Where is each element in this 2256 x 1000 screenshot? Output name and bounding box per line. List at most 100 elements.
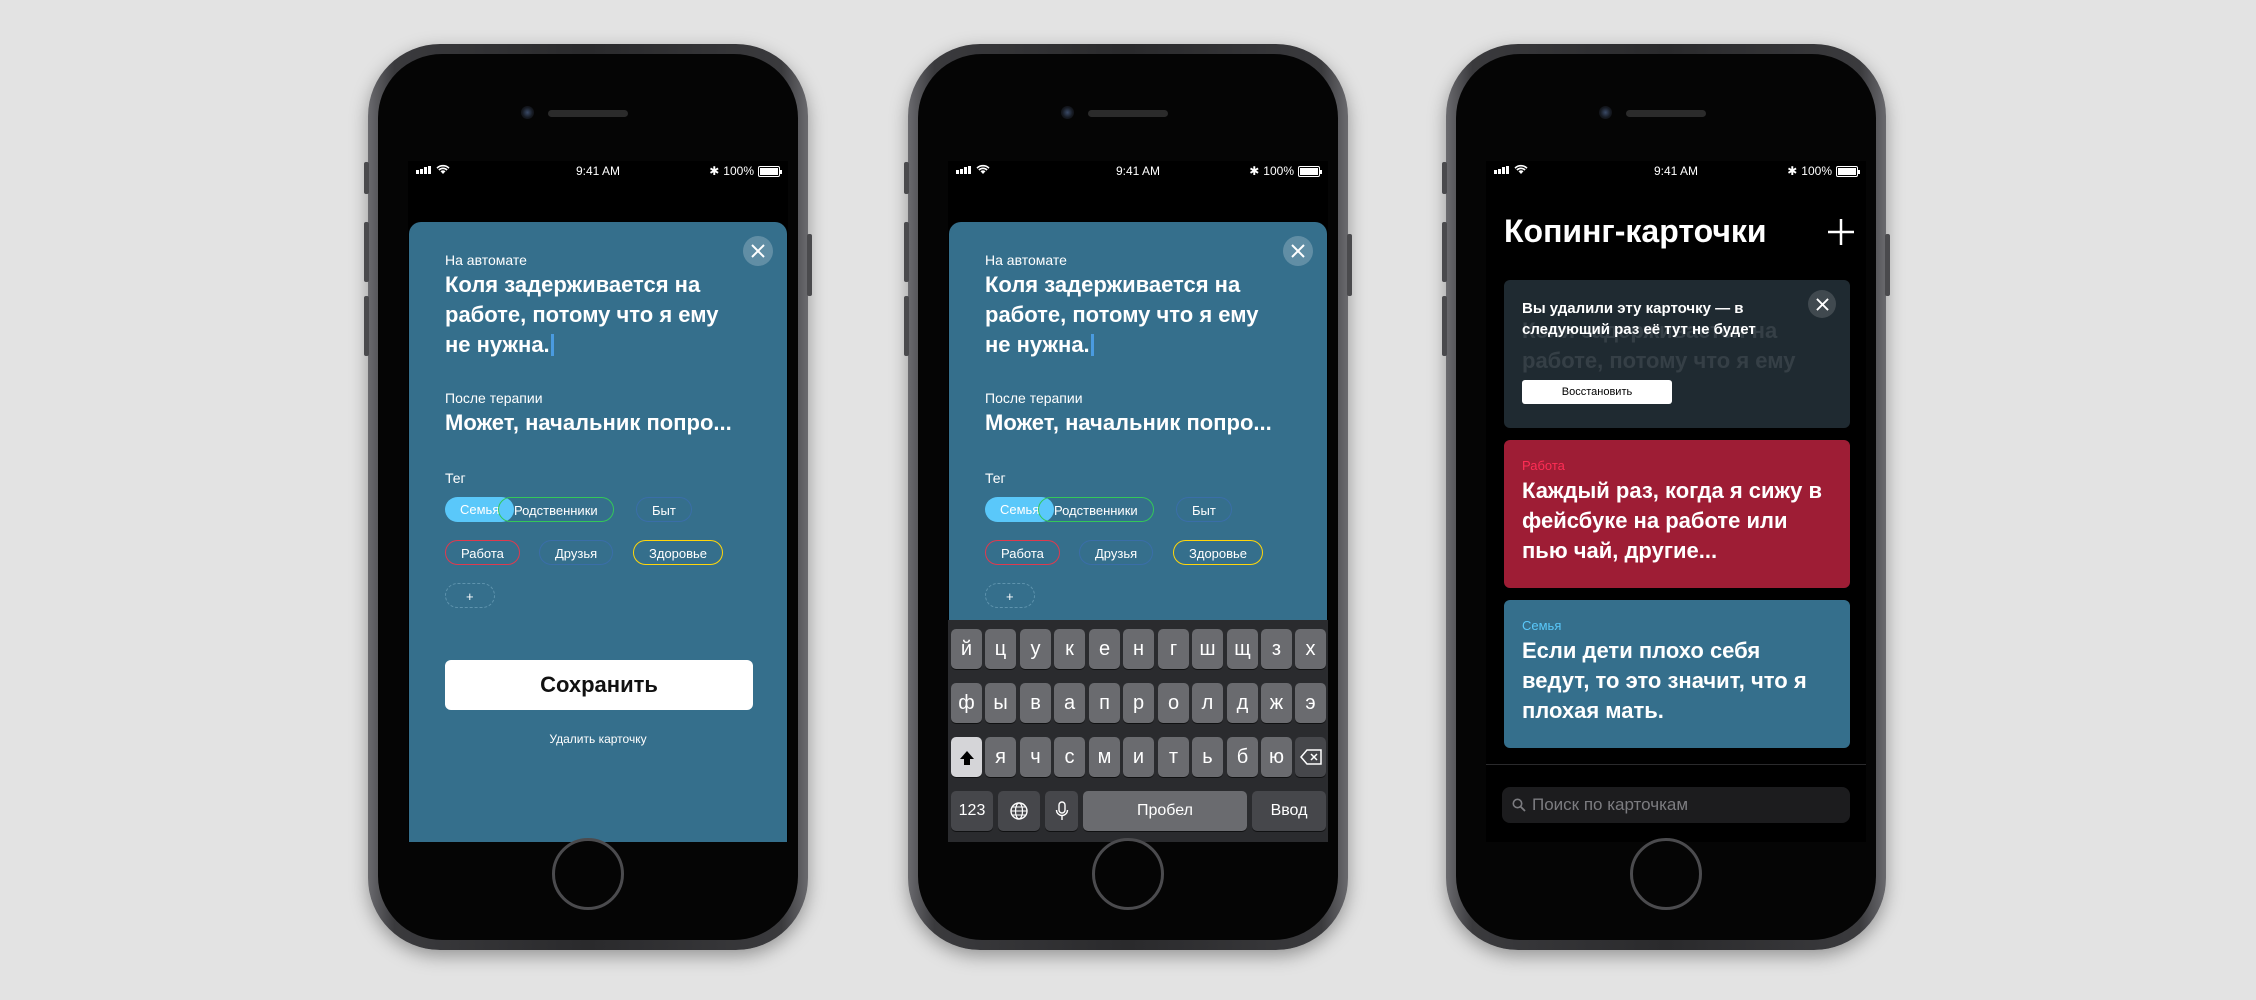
close-button[interactable]: [743, 236, 773, 266]
screen: 9:41 AM ✱ 100% Копинг-карточки Коля заде…: [1486, 161, 1866, 842]
tag-chip-health[interactable]: Здоровье: [633, 540, 724, 565]
key[interactable]: е: [1089, 629, 1120, 669]
tag-chip-household[interactable]: Быт: [636, 497, 692, 522]
screen: 9:41 AM ✱ 100% На автомате Коля задержив…: [948, 161, 1328, 842]
space-key[interactable]: Пробел: [1083, 791, 1247, 831]
backspace-key[interactable]: [1295, 737, 1326, 777]
auto-thought-text: Коля задерживается на работе, потому что…: [985, 272, 1259, 357]
key[interactable]: ю: [1261, 737, 1292, 777]
key[interactable]: ф: [951, 683, 982, 723]
add-tag-button[interactable]: +: [985, 583, 1035, 608]
key[interactable]: о: [1158, 683, 1189, 723]
shift-icon: [959, 750, 974, 765]
after-therapy-label: После терапии: [445, 390, 543, 406]
key[interactable]: р: [1123, 683, 1154, 723]
globe-key[interactable]: [998, 791, 1040, 831]
phone-coping-cards: 9:41 AM ✱ 100% Копинг-карточки Коля заде…: [1442, 44, 1890, 950]
volume-up-button: [1442, 222, 1447, 282]
bluetooth-icon: ✱: [1249, 164, 1260, 178]
battery-icon: [1836, 165, 1860, 177]
mute-switch: [904, 162, 909, 194]
tag-label: Тег: [985, 470, 1006, 486]
search-icon: [1512, 798, 1526, 812]
add-tag-button[interactable]: +: [445, 583, 495, 608]
divider: [1486, 764, 1866, 765]
key[interactable]: я: [985, 737, 1016, 777]
key[interactable]: ж: [1261, 683, 1292, 723]
tag-chip-friends[interactable]: Друзья: [539, 540, 614, 565]
tag-chip-health[interactable]: Здоровье: [1173, 540, 1264, 565]
battery-status: ✱ 100%: [1249, 164, 1322, 178]
coping-card-work[interactable]: Работа Каждый раз, когда я сижу в фейсбу…: [1504, 440, 1850, 588]
after-therapy-input[interactable]: Может, начальник попро...: [985, 408, 1295, 438]
numbers-key[interactable]: 123: [951, 791, 993, 831]
key[interactable]: п: [1089, 683, 1120, 723]
key[interactable]: м: [1089, 737, 1120, 777]
status-bar: 9:41 AM ✱ 100%: [948, 161, 1328, 181]
power-button: [807, 234, 812, 296]
tag-chip-friends[interactable]: Друзья: [1079, 540, 1154, 565]
key[interactable]: б: [1227, 737, 1258, 777]
key[interactable]: к: [1054, 629, 1085, 669]
battery-status: ✱ 100%: [709, 164, 782, 178]
tag-chip-relatives[interactable]: Родственники: [498, 497, 614, 522]
deleted-notice-text: Вы удалили эту карточку — в следующий ра…: [1522, 300, 1756, 338]
earpiece-speaker: [1088, 110, 1168, 117]
restore-button[interactable]: Восстановить: [1522, 380, 1672, 404]
front-camera: [1599, 106, 1612, 119]
key[interactable]: у: [1020, 629, 1051, 669]
key[interactable]: л: [1192, 683, 1223, 723]
key[interactable]: г: [1158, 629, 1189, 669]
key[interactable]: н: [1123, 629, 1154, 669]
key[interactable]: й: [951, 629, 982, 669]
globe-icon: [1010, 802, 1028, 820]
coping-card-family[interactable]: Семья Если дети плохо себя ведут, то это…: [1504, 600, 1850, 748]
battery-icon: [758, 165, 782, 177]
shift-key[interactable]: [951, 737, 982, 777]
key[interactable]: т: [1158, 737, 1189, 777]
phone-edit-card: 9:41 AM ✱ 100% На автомате Коля задержив…: [364, 44, 812, 950]
key[interactable]: э: [1295, 683, 1326, 723]
delete-card-link[interactable]: Удалить карточку: [409, 732, 787, 746]
save-button[interactable]: Сохранить: [445, 660, 753, 710]
tag-chip-relatives[interactable]: Родственники: [1038, 497, 1154, 522]
key[interactable]: и: [1123, 737, 1154, 777]
home-button[interactable]: [1092, 838, 1164, 910]
status-bar: 9:41 AM ✱ 100%: [408, 161, 788, 181]
after-therapy-input[interactable]: Может, начальник попро...: [445, 408, 755, 438]
key[interactable]: д: [1227, 683, 1258, 723]
add-card-button[interactable]: [1824, 215, 1858, 249]
tag-chip-work[interactable]: Работа: [445, 540, 520, 565]
dismiss-notice-button[interactable]: [1808, 290, 1836, 318]
search-placeholder: Поиск по карточкам: [1532, 795, 1689, 814]
auto-thought-input[interactable]: Коля задерживается на работе, потому что…: [445, 270, 745, 360]
phone-edit-card-keyboard: 9:41 AM ✱ 100% На автомате Коля задержив…: [904, 44, 1352, 950]
key[interactable]: х: [1295, 629, 1326, 669]
tag-label: Тег: [445, 470, 466, 486]
microphone-key[interactable]: [1045, 791, 1078, 831]
key[interactable]: а: [1054, 683, 1085, 723]
tag-chip-household[interactable]: Быт: [1176, 497, 1232, 522]
key[interactable]: в: [1020, 683, 1051, 723]
battery-percent: 100%: [723, 164, 754, 178]
tag-chip-work[interactable]: Работа: [985, 540, 1060, 565]
auto-thought-input[interactable]: Коля задерживается на работе, потому что…: [985, 270, 1285, 360]
key[interactable]: ч: [1020, 737, 1051, 777]
key[interactable]: ц: [985, 629, 1016, 669]
earpiece-speaker: [1626, 110, 1706, 117]
key[interactable]: щ: [1227, 629, 1258, 669]
key[interactable]: с: [1054, 737, 1085, 777]
close-icon: [1815, 297, 1829, 311]
search-input[interactable]: Поиск по карточкам: [1502, 787, 1850, 823]
key[interactable]: з: [1261, 629, 1292, 669]
key[interactable]: ы: [985, 683, 1016, 723]
card-tag: Работа: [1522, 458, 1565, 473]
key[interactable]: ь: [1192, 737, 1223, 777]
bluetooth-icon: ✱: [1787, 164, 1798, 178]
return-key[interactable]: Ввод: [1252, 791, 1326, 831]
home-button[interactable]: [1630, 838, 1702, 910]
close-button[interactable]: [1283, 236, 1313, 266]
home-button[interactable]: [552, 838, 624, 910]
key[interactable]: ш: [1192, 629, 1223, 669]
deleted-card-notice: Коля задерживается на работе, потому что…: [1504, 280, 1850, 428]
